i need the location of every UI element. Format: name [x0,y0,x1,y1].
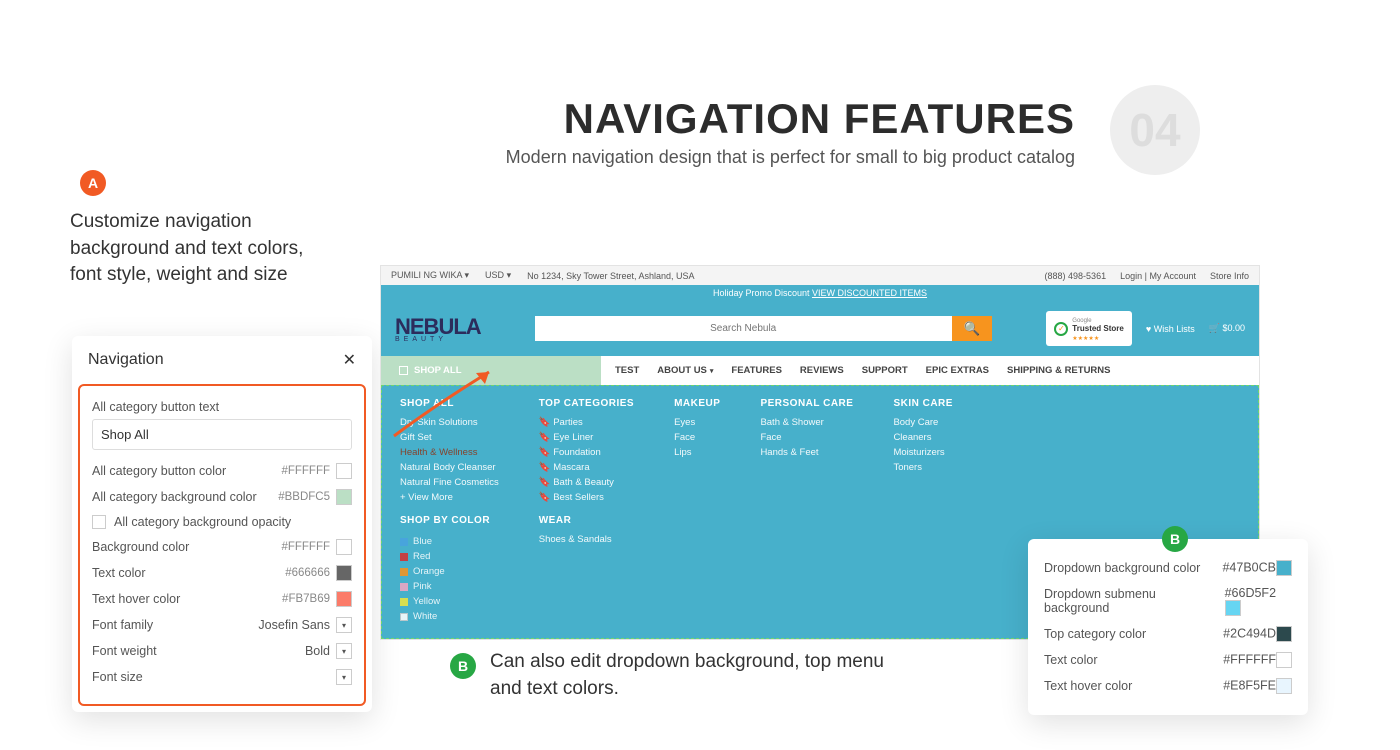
wishlist-link[interactable]: ♥ Wish Lists [1146,324,1195,334]
color-swatch[interactable] [336,489,352,505]
nav-bar: SHOP ALL TEST ABOUT US ▾ FEATURES REVIEWS SU… [381,356,1259,385]
mega-col-title: SHOP ALL [400,398,499,409]
opacity-checkbox[interactable] [92,515,106,529]
mega-link[interactable]: 🔖 Bath & Beauty [539,475,634,490]
mega-link[interactable]: Shoes & Sandals [539,532,634,547]
nav-item[interactable]: REVIEWS [800,365,844,376]
promo-bar: Holiday Promo Discount VIEW DISCOUNTED I… [381,285,1259,301]
color-filter[interactable]: Blue [400,534,499,549]
close-icon[interactable]: ✕ [343,350,356,370]
color-swatch[interactable] [1276,626,1292,642]
color-swatch[interactable] [1276,560,1292,576]
currency-select[interactable]: USD ▾ [485,270,511,281]
promo-link[interactable]: VIEW DISCOUNTED ITEMS [812,288,927,298]
color-filter[interactable]: White [400,609,499,624]
mega-link[interactable]: Eyes [674,415,720,430]
color-swatch[interactable] [336,591,352,607]
navigation-settings-panel: Navigation ✕ All category button text Al… [72,336,372,712]
color-swatch[interactable] [1276,678,1292,694]
category-button-text-input[interactable] [92,419,352,450]
callout-b-description: Can also edit dropdown background, top m… [490,649,884,702]
callout-b-badge-small: B [1162,526,1188,552]
mega-link[interactable]: Toners [893,460,953,475]
mega-col-title: SKIN CARE [893,398,953,409]
panel-title: Navigation [88,351,164,369]
color-swatch[interactable] [1276,652,1292,668]
mega-link[interactable]: 🔖 Foundation [539,445,634,460]
mega-link[interactable]: Body Care [893,415,953,430]
mega-link[interactable]: 🔖 Eye Liner [539,430,634,445]
search-button[interactable]: 🔍 [952,316,993,341]
mega-link[interactable]: Cleaners [893,430,953,445]
color-filter[interactable]: Orange [400,564,499,579]
page-title: NAVIGATION FEATURES [506,95,1075,143]
page-header: NAVIGATION FEATURES Modern navigation de… [506,95,1075,168]
mega-link[interactable]: Moisturizers [893,445,953,460]
mega-link[interactable]: + View More [400,490,499,505]
mega-link[interactable]: Health & Wellness [400,445,499,460]
mega-link[interactable]: Face [760,430,853,445]
mega-link[interactable]: Lips [674,445,720,460]
search-bar: 🔍 [535,316,993,341]
color-swatch[interactable] [336,539,352,555]
color-swatch[interactable] [336,565,352,581]
search-input[interactable] [535,316,952,341]
trust-badge: ✓GoogleTrusted Store★★★★★ [1046,311,1132,346]
nav-item[interactable]: SUPPORT [862,365,908,376]
mega-link[interactable]: Dry Skin Solutions [400,415,499,430]
color-filter[interactable]: Yellow [400,594,499,609]
nav-item[interactable]: ABOUT US ▾ [657,365,713,376]
callout-a-description: Customize navigationbackground and text … [70,209,303,289]
topbar: PUMILI NG WIKA ▾ USD ▾ No 1234, Sky Towe… [381,266,1259,285]
logo[interactable]: NEBULABEAUTY [395,314,481,343]
nav-item[interactable]: EPIC EXTRAS [926,365,989,376]
mega-link[interactable]: Hands & Feet [760,445,853,460]
mega-link[interactable]: 🔖 Mascara [539,460,634,475]
chevron-down-icon[interactable]: ▾ [336,669,352,685]
mega-link[interactable]: Gift Set [400,430,499,445]
chevron-down-icon[interactable]: ▾ [336,617,352,633]
mega-link[interactable]: 🔖 Best Sellers [539,490,634,505]
section-number-badge: 04 [1110,85,1200,175]
mega-link[interactable]: 🔖 Parties [539,415,634,430]
mega-link[interactable]: Natural Body Cleanser [400,460,499,475]
lang-select[interactable]: PUMILI NG WIKA ▾ [391,270,469,281]
field-label: All category button text [92,400,352,414]
mega-link[interactable]: Bath & Shower [760,415,853,430]
mega-link[interactable]: Natural Fine Cosmetics [400,475,499,490]
color-filter[interactable]: Pink [400,579,499,594]
account-link[interactable]: Login | My Account [1120,271,1196,281]
nav-item[interactable]: FEATURES [731,365,782,376]
mega-col-title: TOP CATEGORIES [539,398,634,409]
cart-link[interactable]: 🛒 $0.00 [1209,323,1245,334]
grid-icon [399,366,408,375]
dropdown-colors-panel: B Dropdown background color#47B0CBDropdo… [1028,539,1308,715]
store-info-link[interactable]: Store Info [1210,271,1249,281]
page-subtitle: Modern navigation design that is perfect… [506,147,1075,168]
chevron-down-icon[interactable]: ▾ [336,643,352,659]
mega-col-title: MAKEUP [674,398,720,409]
mega-link[interactable]: Face [674,430,720,445]
callout-b-badge: B [450,653,476,679]
color-swatch[interactable] [336,463,352,479]
nav-item[interactable]: SHIPPING & RETURNS [1007,365,1110,376]
callout-a-badge: A [80,170,106,196]
nav-item[interactable]: TEST [615,365,639,376]
mega-col-title: PERSONAL CARE [760,398,853,409]
shop-all-button[interactable]: SHOP ALL [381,356,601,385]
color-filter[interactable]: Red [400,549,499,564]
color-swatch[interactable] [1225,600,1241,616]
search-icon: 🔍 [964,321,981,336]
